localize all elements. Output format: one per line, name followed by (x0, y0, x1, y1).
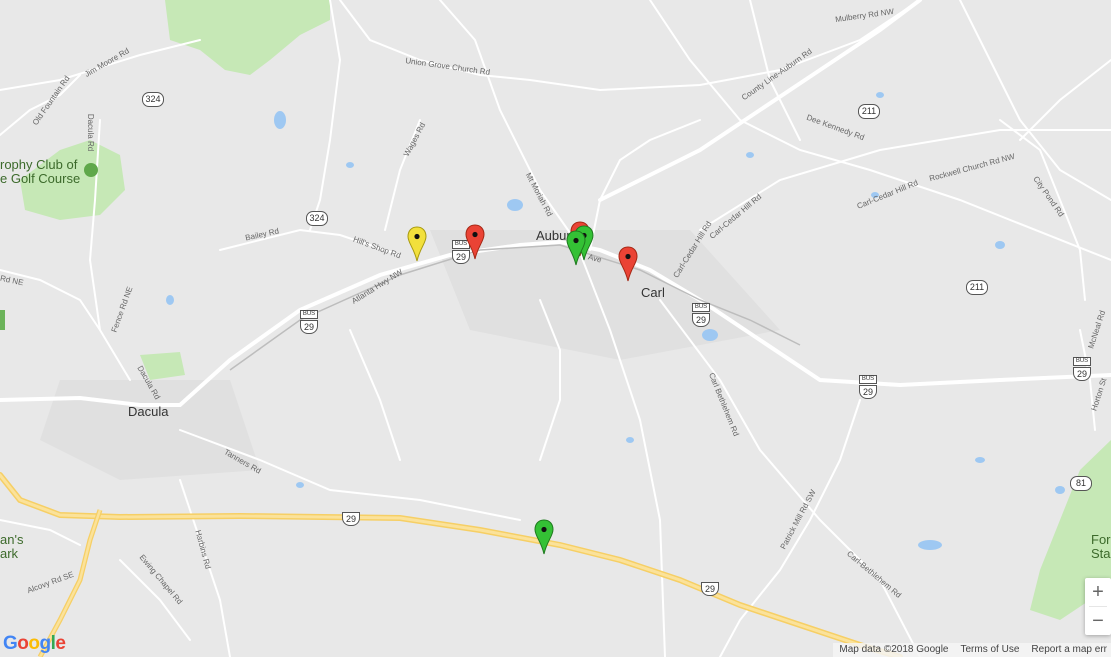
route-shield-bus-label: BUS (1073, 357, 1091, 366)
report-error-link[interactable]: Report a map err (1031, 643, 1107, 657)
poi-label-golf-course: rophy Club of e Golf Course (0, 158, 80, 186)
poi-label-line: an's (0, 532, 24, 547)
poi-label-line: For (1091, 532, 1111, 547)
google-logo[interactable]: Google (3, 633, 66, 655)
logo-letter: e (55, 633, 66, 654)
map-data-attribution: Map data ©2018 Google (839, 644, 949, 655)
route-shield-business: BUS 29 (1073, 357, 1091, 381)
route-shield: 81 (1070, 476, 1092, 491)
route-shield-business: BUS 29 (692, 303, 710, 327)
route-shield-number: 29 (342, 512, 360, 526)
route-shield-business: BUS 29 (859, 375, 877, 399)
zoom-out-button[interactable]: − (1085, 607, 1111, 635)
route-shield-business: BUS 29 (300, 310, 318, 334)
logo-letter: o (17, 633, 29, 654)
poi-label-line: e Golf Course (0, 171, 81, 186)
route-shield: 211 (858, 104, 880, 119)
map-base-layer (0, 0, 1111, 657)
map-marker[interactable] (617, 246, 639, 282)
place-label-carl: Carl (641, 285, 665, 300)
logo-letter: g (39, 633, 52, 654)
route-shield-bus-label: BUS (859, 375, 877, 384)
map-pin-icon (618, 246, 638, 282)
logo-letter: G (3, 633, 18, 654)
map-canvas[interactable]: Mulberry Rd NW County Line-Auburn Rd Uni… (0, 0, 1111, 657)
terms-link[interactable]: Terms of Use (961, 643, 1020, 657)
poi-label-line: rophy Club of (0, 157, 78, 172)
zoom-control: + − (1085, 578, 1111, 635)
route-shield-us: 29 (342, 512, 360, 526)
logo-letter: o (28, 633, 40, 654)
map-marker[interactable] (464, 224, 486, 260)
route-shield-number: 29 (859, 385, 877, 399)
map-pin-icon (534, 519, 554, 555)
map-pin-icon (566, 230, 586, 266)
poi-label-state-park: For Sta (1091, 533, 1111, 561)
route-shield: 211 (966, 280, 988, 295)
route-shield: 324 (142, 92, 164, 107)
poi-label-line: ark (0, 546, 19, 561)
place-label-dacula: Dacula (128, 404, 169, 419)
map-pin-icon (407, 226, 427, 262)
poi-label-line: Sta (1091, 546, 1111, 561)
route-shield-us: 29 (701, 582, 719, 596)
route-shield-number: 29 (692, 313, 710, 327)
map-marker[interactable] (406, 226, 428, 262)
map-marker[interactable] (565, 230, 587, 266)
route-shield-bus-label: BUS (300, 310, 318, 319)
route-shield-number: 29 (300, 320, 318, 334)
route-shield-number: 29 (1073, 367, 1091, 381)
road-label: Dacula Rd (86, 113, 96, 152)
route-shield-bus-label: BUS (692, 303, 710, 312)
route-shield: 324 (306, 211, 328, 226)
map-footer: Map data ©2018 Google Terms of Use Repor… (833, 643, 1111, 657)
poi-label-park: an's ark (0, 533, 23, 561)
map-pin-icon (465, 224, 485, 260)
route-shield-number: 29 (701, 582, 719, 596)
map-marker[interactable] (533, 519, 555, 555)
zoom-in-button[interactable]: + (1085, 578, 1111, 606)
